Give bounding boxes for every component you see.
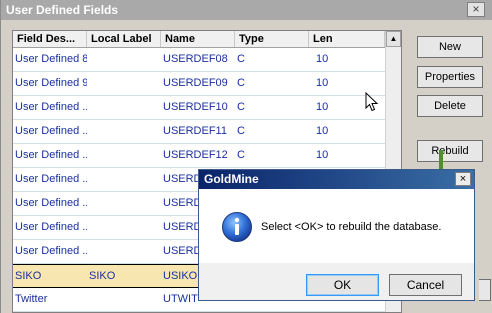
cell-local-label — [88, 120, 161, 143]
delete-button[interactable]: Delete — [417, 95, 483, 117]
message-box-title: GoldMine — [204, 172, 259, 186]
column-header-len[interactable]: Len — [309, 31, 385, 47]
cell-field-description: SIKO — [15, 270, 42, 282]
cell-type: C — [237, 77, 245, 89]
ok-button[interactable]: OK — [306, 274, 379, 296]
cancel-button[interactable]: Cancel — [389, 274, 462, 296]
cell-name: USERDEF09 — [163, 77, 228, 89]
table-row[interactable]: User Defined ... USERDEF11 C 10 — [13, 120, 385, 144]
cell-local-label — [88, 168, 161, 191]
cell-field-description: User Defined 8 — [15, 53, 87, 65]
table-row[interactable]: User Defined ... USERDEF12 C 10 — [13, 144, 385, 168]
cell-local-label: SIKO — [89, 270, 116, 282]
cell-local-label — [88, 72, 161, 95]
cell-field-description: User Defined ... — [15, 197, 87, 209]
cell-field-description: Twitter — [15, 293, 48, 305]
cell-field-description: User Defined ... — [15, 149, 87, 161]
cell-field-description: User Defined ... — [15, 125, 87, 137]
table-row[interactable]: User Defined ... USERDEF10 C 10 — [13, 96, 385, 120]
cell-local-label — [88, 216, 161, 239]
new-button[interactable]: New — [417, 36, 483, 58]
cell-name: USERDEF11 — [163, 125, 227, 137]
cell-type: C — [237, 101, 245, 113]
info-icon — [222, 212, 252, 242]
cell-name: USERDEF12 — [163, 149, 228, 161]
cell-field-description: User Defined ... — [15, 101, 87, 113]
cell-type: C — [237, 149, 245, 161]
cell-name: USERDEF10 — [163, 101, 228, 113]
message-box-footer: OK Cancel — [199, 263, 474, 300]
properties-button[interactable]: Properties — [417, 66, 483, 88]
message-text: Select <OK> to rebuild the database. — [261, 221, 442, 233]
scroll-up-button[interactable]: ▲ — [386, 31, 401, 47]
message-box-title-bar: GoldMine × — [199, 170, 474, 189]
cell-len: 10 — [316, 149, 329, 161]
cell-local-label — [88, 288, 161, 311]
cell-field-description: User Defined ... — [15, 245, 87, 257]
column-header-local-label[interactable]: Local Label — [87, 31, 161, 47]
table-row[interactable]: User Defined 9 USERDEF09 C 10 — [13, 72, 385, 96]
close-button[interactable]: × — [467, 2, 485, 17]
mouse-cursor-icon — [365, 92, 379, 112]
cell-local-label — [88, 144, 161, 167]
message-box-body: Select <OK> to rebuild the database. — [199, 189, 474, 263]
cell-field-description: User Defined ... — [15, 173, 87, 185]
partially-hidden-button[interactable] — [479, 279, 491, 301]
window-title: User Defined Fields — [6, 3, 119, 17]
cell-local-label — [88, 192, 161, 215]
column-header-name[interactable]: Name — [161, 31, 235, 47]
column-header-type[interactable]: Type — [235, 31, 309, 47]
goldmine-message-box: GoldMine × Select <OK> to rebuild the da… — [198, 169, 475, 301]
cell-local-label — [88, 240, 161, 263]
rebuild-button[interactable]: Rebuild — [417, 140, 483, 162]
message-box-close-button[interactable]: × — [455, 172, 471, 186]
table-row[interactable]: User Defined 8 USERDEF08 C 10 — [13, 48, 385, 72]
cell-type: C — [237, 125, 245, 137]
cell-name: USERDEF08 — [163, 53, 228, 65]
cell-local-label — [88, 96, 161, 119]
cell-len: 10 — [316, 125, 329, 137]
cell-len: 10 — [316, 53, 329, 65]
cell-local-label — [88, 48, 161, 71]
column-header-field-description[interactable]: Field Des... — [13, 31, 87, 47]
cell-field-description: User Defined 9 — [15, 77, 87, 89]
cell-type: C — [237, 53, 245, 65]
list-header: Field Des... Local Label Name Type Len — [13, 31, 385, 48]
cell-field-description: User Defined ... — [15, 221, 87, 233]
title-bar: User Defined Fields × — [1, 0, 492, 20]
